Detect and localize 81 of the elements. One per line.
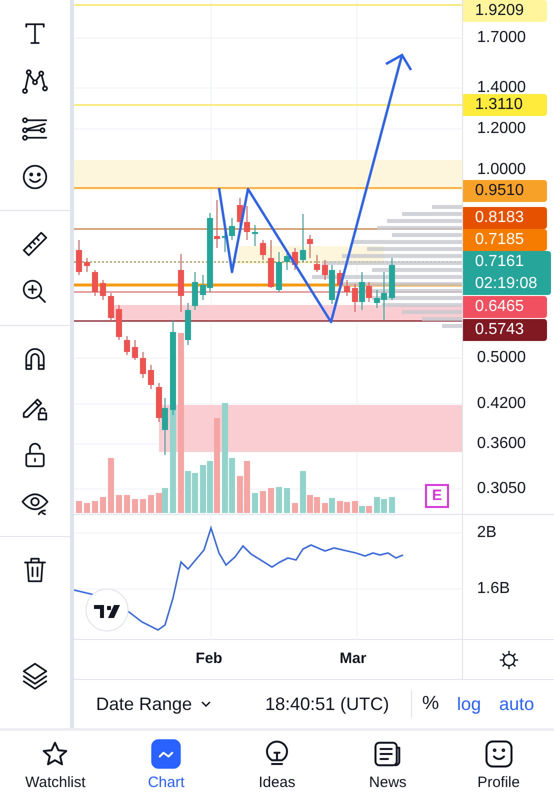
volume-bar xyxy=(268,488,274,513)
earnings-marker[interactable]: E xyxy=(425,484,449,508)
volume-bar xyxy=(260,491,266,513)
candle xyxy=(124,336,130,356)
price-tag-value: 0.8183 xyxy=(475,208,525,228)
volume-bar xyxy=(148,495,154,513)
pattern-arrow-line[interactable] xyxy=(218,53,412,324)
volume-profile-bar xyxy=(402,310,462,314)
volume-bar xyxy=(108,458,114,513)
price-tag-value: 0.9510 xyxy=(475,181,525,201)
candle xyxy=(140,352,146,378)
price-tag-value: 0.6465 xyxy=(475,297,525,317)
candle xyxy=(100,280,106,300)
volume-bar xyxy=(84,503,90,513)
volume-profile-bar xyxy=(392,233,462,237)
volume-bar xyxy=(140,499,146,513)
candle xyxy=(92,270,98,296)
news-icon xyxy=(372,739,403,769)
volume-bar xyxy=(284,488,290,513)
candle xyxy=(76,240,82,276)
bar-countdown: 02:19:08 xyxy=(475,274,538,294)
candle xyxy=(268,240,274,288)
candle xyxy=(148,364,154,390)
price-axis-label: 1.7000 xyxy=(477,28,526,48)
indicator-axis-label: 1.6B xyxy=(477,579,510,599)
volume-profile-bar xyxy=(422,317,462,321)
nav-tab[interactable]: Profile xyxy=(443,731,554,800)
price-axis-label: 0.5000 xyxy=(477,348,526,368)
volume-profile-bar xyxy=(442,324,462,328)
indicator-axis-label: 2B xyxy=(477,523,497,543)
volume-bar xyxy=(132,499,138,513)
price-axis-label: 0.4200 xyxy=(477,394,526,414)
time-axis-label: Mar xyxy=(338,650,368,667)
price-tag-value: 0.5743 xyxy=(475,320,525,340)
candle xyxy=(276,252,282,292)
candle xyxy=(108,292,114,322)
smiley-icon[interactable] xyxy=(20,162,50,192)
nav-tab[interactable]: Watchlist xyxy=(0,731,111,800)
candle xyxy=(389,258,395,300)
price-axis-label: 0.3600 xyxy=(477,434,526,454)
layers-icon[interactable] xyxy=(20,660,50,690)
volume-bar xyxy=(389,497,395,513)
price-axis-label: 1.4000 xyxy=(477,78,526,98)
candle xyxy=(116,304,122,340)
volume-bar xyxy=(76,501,82,513)
nav-tab[interactable]: Ideas xyxy=(222,731,332,800)
candle xyxy=(252,224,258,246)
nav-tab[interactable]: Chart xyxy=(110,731,222,800)
nav-tab[interactable]: News xyxy=(332,731,444,800)
settings-icon[interactable] xyxy=(498,648,520,670)
percent-button[interactable]: % xyxy=(422,693,440,715)
volume-bar xyxy=(276,487,282,513)
volume-bar xyxy=(116,495,122,513)
time-axis-label: Feb xyxy=(194,650,224,667)
price-tag-value: 1.9209 xyxy=(475,1,525,21)
price-tag-value: 0.7185 xyxy=(475,230,525,250)
volume-bar xyxy=(92,501,98,513)
candle xyxy=(132,340,138,360)
auto-button[interactable]: auto xyxy=(499,694,534,714)
chart-icon xyxy=(151,739,182,769)
volume-profile-bar xyxy=(402,212,462,216)
price-axis-label: 1.0000 xyxy=(477,160,526,180)
volume-bar xyxy=(124,495,130,513)
ruler-icon[interactable] xyxy=(20,229,50,259)
candle xyxy=(260,240,266,260)
logo-badge-icon[interactable] xyxy=(85,588,129,632)
candle xyxy=(292,248,298,270)
clock-time[interactable]: 18:40:51 (UTC) xyxy=(265,694,390,714)
price-axis-label: 0.3050 xyxy=(477,479,526,499)
volume-profile-bar xyxy=(432,205,462,209)
candle xyxy=(84,258,90,272)
volume-bar xyxy=(292,503,298,513)
log-button[interactable]: log xyxy=(457,694,482,714)
volume-bar xyxy=(100,497,106,513)
price-tag-value: 0.7161 xyxy=(475,252,525,272)
profile-smiley-icon xyxy=(484,739,514,769)
date-range-button[interactable]: Date Range xyxy=(96,694,212,714)
price-tag-value: 1.3110 xyxy=(475,95,524,115)
volume-bar xyxy=(252,493,258,513)
caret-icon xyxy=(200,700,212,708)
price-axis-label: 1.2000 xyxy=(477,119,526,139)
